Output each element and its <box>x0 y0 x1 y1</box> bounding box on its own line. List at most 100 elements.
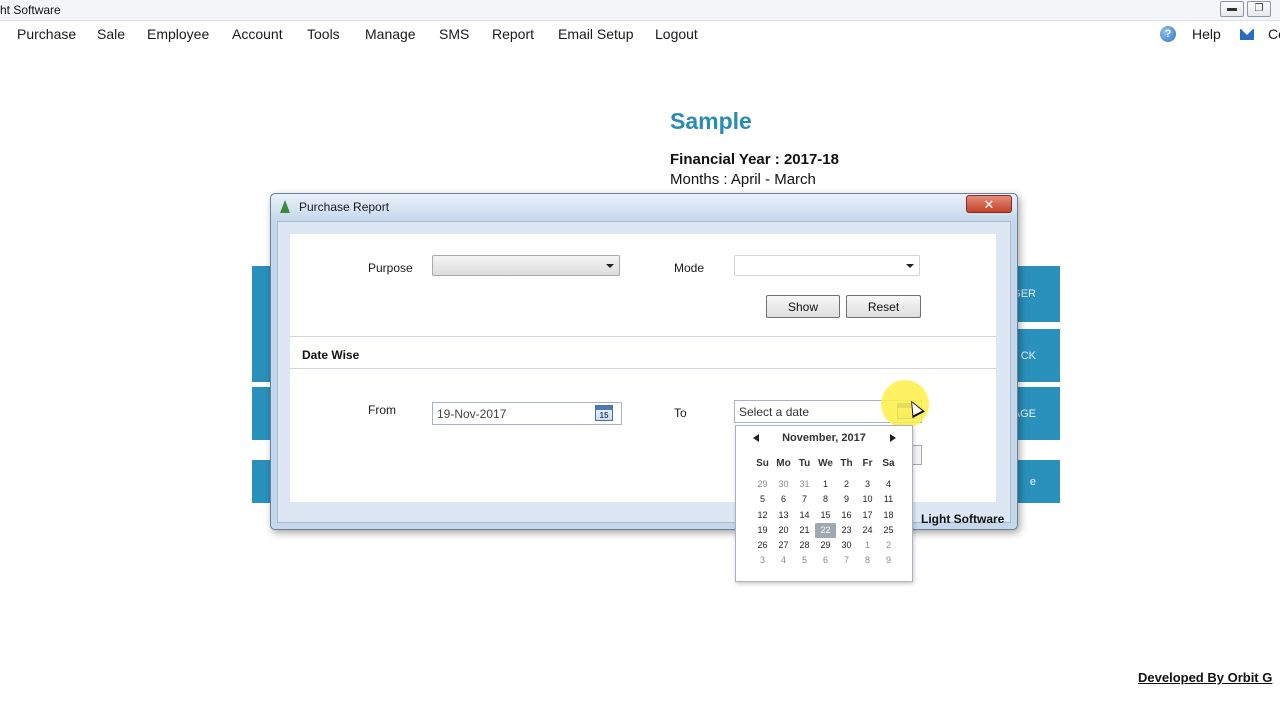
calendar-day[interactable]: 7 <box>794 492 815 507</box>
date-picker-popup: November, 2017 Su Mo Tu We Th Fr Sa 29 30 31 1 2 3 4 5… <box>735 425 913 582</box>
calendar-day[interactable]: 25 <box>878 523 899 538</box>
menu-email-setup[interactable]: Email Setup <box>558 26 633 42</box>
reset-button[interactable]: Reset <box>846 295 921 318</box>
weekday-label: We <box>818 458 833 469</box>
calendar-day[interactable]: 11 <box>878 492 899 507</box>
calendar-day[interactable]: 17 <box>857 508 878 523</box>
close-icon: ✕ <box>983 196 995 212</box>
menu-manage[interactable]: Manage <box>365 26 416 42</box>
purpose-label: Purpose <box>368 261 413 275</box>
calendar-day[interactable]: 16 <box>836 508 857 523</box>
dialog-close-button[interactable]: ✕ <box>966 195 1012 213</box>
from-date-value: 19-Nov-2017 <box>437 407 507 421</box>
calendar-day[interactable]: 8 <box>857 553 878 568</box>
calendar-day[interactable]: 15 <box>815 508 836 523</box>
calendar-day[interactable]: 13 <box>773 508 794 523</box>
tile-left-1[interactable] <box>252 266 272 382</box>
calendar-week-row: 26 27 28 29 30 1 2 <box>752 538 899 553</box>
calendar-day[interactable]: 30 <box>836 538 857 553</box>
calendar-day[interactable]: 26 <box>752 538 773 553</box>
calendar-day[interactable]: 9 <box>878 553 899 568</box>
brand-label: Light Software <box>921 512 1005 526</box>
weekday-header: Su Mo Tu We Th Fr Sa <box>752 457 899 477</box>
menu-tools[interactable]: Tools <box>307 26 340 42</box>
calendar-day[interactable]: 5 <box>794 553 815 568</box>
calendar-day[interactable]: 30 <box>773 477 794 492</box>
calendar-day[interactable]: 3 <box>752 553 773 568</box>
developer-credit: Developed By Orbit G <box>1138 670 1273 685</box>
menu-sms[interactable]: SMS <box>439 26 469 42</box>
purpose-dropdown[interactable] <box>432 255 620 276</box>
calendar-day[interactable]: 8 <box>815 492 836 507</box>
calendar-day[interactable]: 31 <box>794 477 815 492</box>
tile-stock-label: CK <box>1020 349 1036 362</box>
calendar-day[interactable]: 2 <box>836 477 857 492</box>
calendar-day[interactable]: 1 <box>857 538 878 553</box>
tile-left-2[interactable] <box>252 387 272 440</box>
calendar-day[interactable]: 20 <box>773 523 794 538</box>
next-month-icon[interactable] <box>890 434 896 442</box>
to-label: To <box>674 406 687 420</box>
calendar-day[interactable]: 1 <box>815 477 836 492</box>
restore-button[interactable]: ❐ <box>1247 1 1271 17</box>
help-menu[interactable]: ? Help <box>1160 26 1221 42</box>
menu-employee[interactable]: Employee <box>147 26 209 42</box>
calendar-day[interactable]: 19 <box>752 523 773 538</box>
calendar-day[interactable]: 6 <box>773 492 794 507</box>
from-calendar-icon[interactable]: 15 <box>595 405 613 421</box>
calendar-day[interactable]: 18 <box>878 508 899 523</box>
from-date-field[interactable]: 19-Nov-2017 <box>432 402 622 425</box>
calendar-week-row: 12 13 14 15 16 17 18 <box>752 508 899 523</box>
calendar-day[interactable]: 12 <box>752 508 773 523</box>
calendar-grid: Su Mo Tu We Th Fr Sa 29 30 31 1 2 3 4 5 6 7 8 9 10 11 12 13 14 1… <box>752 457 899 569</box>
calendar-day[interactable]: 5 <box>752 492 773 507</box>
calendar-icon-day: 15 <box>599 411 609 420</box>
calendar-day[interactable]: 4 <box>773 553 794 568</box>
calendar-day[interactable]: 14 <box>794 508 815 523</box>
minimize-icon: ▬ <box>1227 3 1237 14</box>
tile-more-label: e <box>1029 475 1036 488</box>
menu-purchase[interactable]: Purchase <box>17 26 76 42</box>
show-button[interactable]: Show <box>766 295 840 318</box>
mode-dropdown[interactable] <box>734 255 920 276</box>
date-wise-title: Date Wise <box>302 348 360 362</box>
chevron-down-icon <box>906 264 914 268</box>
contact-menu[interactable]: Co <box>1240 26 1280 42</box>
calendar-day[interactable]: 22 <box>815 522 836 539</box>
chevron-down-icon <box>606 264 614 268</box>
calendar-day[interactable]: 27 <box>773 538 794 553</box>
contact-label: Co <box>1268 26 1280 42</box>
menu-account[interactable]: Account <box>232 26 283 42</box>
menu-logout[interactable]: Logout <box>655 26 698 42</box>
window-title: ht Software <box>0 3 61 17</box>
from-label: From <box>368 403 396 417</box>
divider <box>290 336 996 337</box>
calendar-week-row: 3456789 <box>752 553 899 568</box>
calendar-day[interactable]: 28 <box>794 538 815 553</box>
calendar-day[interactable]: 3 <box>857 477 878 492</box>
weekday-label: Tu <box>798 458 811 469</box>
window-title-bar: ht Software ▬ ❐ <box>0 0 1280 21</box>
calendar-day[interactable]: 6 <box>815 553 836 568</box>
calendar-day[interactable]: 29 <box>752 477 773 492</box>
calendar-month-label[interactable]: November, 2017 <box>736 432 912 444</box>
mode-label: Mode <box>674 261 705 275</box>
calendar-day[interactable]: 9 <box>836 492 857 507</box>
dialog-title-bar: Purchase Report ✕ <box>271 194 1017 220</box>
calendar-day[interactable]: 24 <box>857 523 878 538</box>
tile-left-3[interactable] <box>252 460 272 503</box>
mail-icon <box>1240 28 1254 40</box>
calendar-day[interactable]: 23 <box>836 523 857 538</box>
calendar-day[interactable]: 21 <box>794 523 815 538</box>
menu-bar: Purchase Sale Employee Account Tools Man… <box>0 22 1280 47</box>
menu-sale[interactable]: Sale <box>97 26 125 42</box>
calendar-day[interactable]: 2 <box>878 538 899 553</box>
calendar-day[interactable]: 7 <box>836 553 857 568</box>
calendar-week-row: 5 6 7 8 9 10 11 <box>752 492 899 507</box>
calendar-day[interactable]: 4 <box>878 477 899 492</box>
weekday-label: Mo <box>776 458 791 469</box>
menu-report[interactable]: Report <box>492 26 534 42</box>
minimize-button[interactable]: ▬ <box>1220 1 1244 17</box>
calendar-day[interactable]: 10 <box>857 492 878 507</box>
calendar-day[interactable]: 29 <box>815 538 836 553</box>
